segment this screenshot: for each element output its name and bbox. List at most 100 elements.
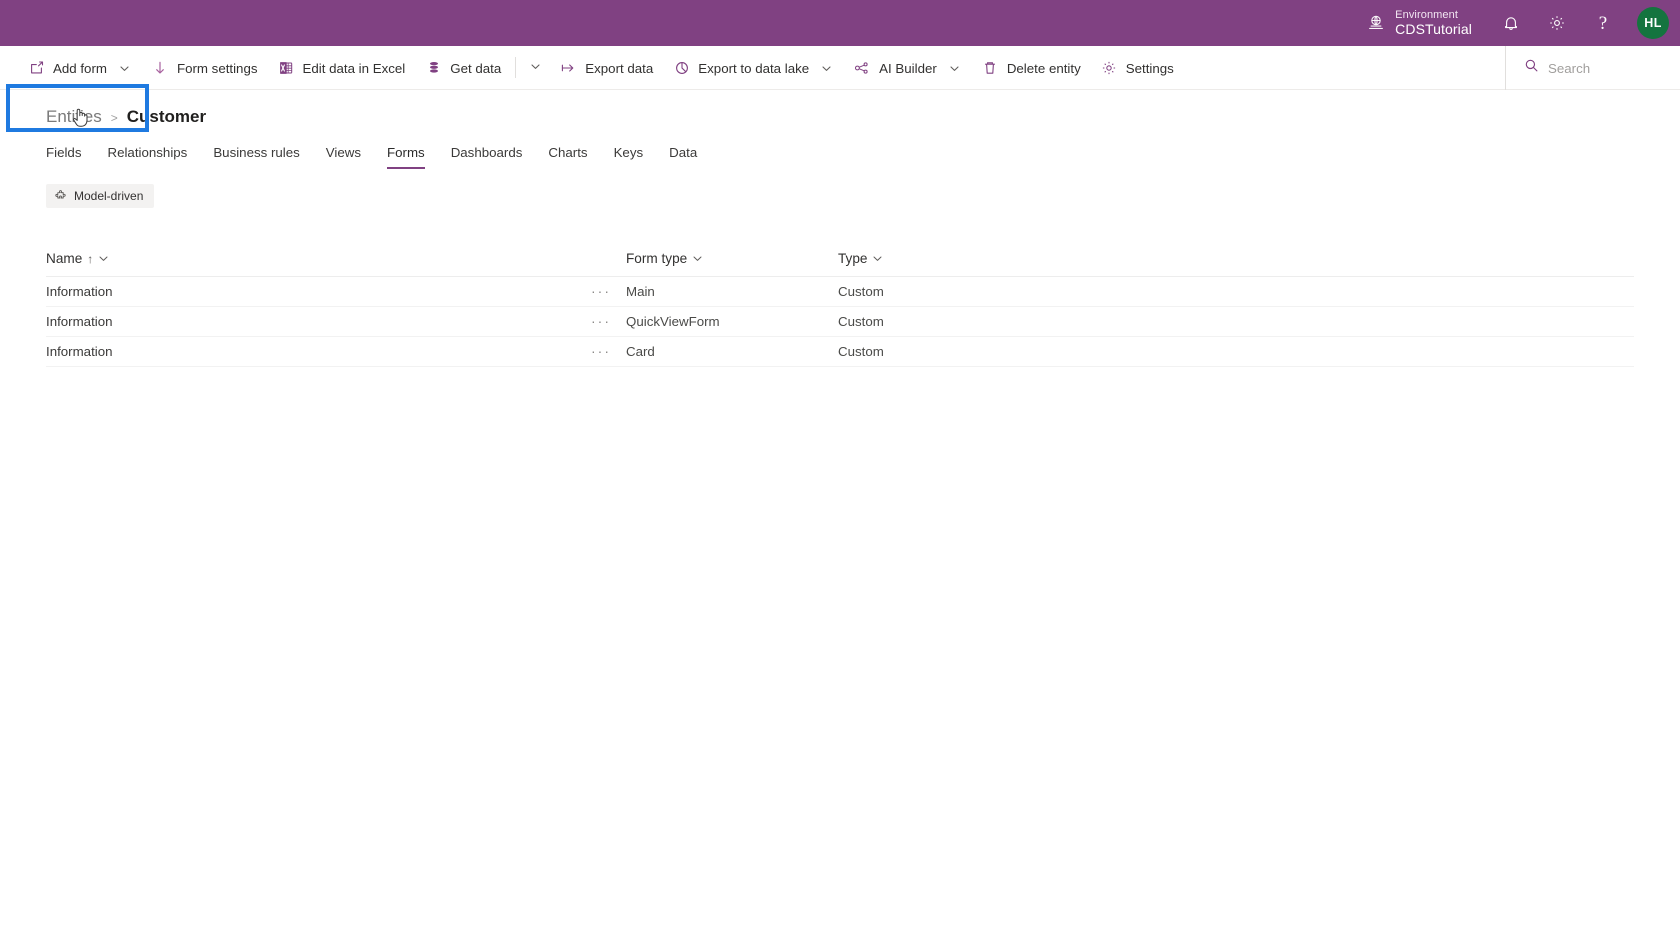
column-header-name-label: Name [46,251,83,266]
search-icon [1524,58,1539,78]
environment-name: CDSTutorial [1395,21,1472,38]
cell-type: Custom [838,284,884,299]
help-button[interactable]: ? [1580,0,1626,46]
chevron-down-icon[interactable] [117,61,132,76]
cell-type: Custom [838,344,884,359]
tab-keys[interactable]: Keys [601,136,657,169]
puzzle-piece-icon [55,190,67,202]
row-actions-button[interactable]: ··· [576,313,626,331]
tab-data[interactable]: Data [656,136,710,169]
filter-chip-label: Model-driven [74,189,144,203]
tab-views[interactable]: Views [313,136,374,169]
notifications-button[interactable] [1488,0,1534,46]
question-mark-icon: ? [1598,12,1608,34]
form-settings-button[interactable]: Form settings [142,46,268,90]
add-form-icon [28,60,45,77]
form-settings-label: Form settings [176,60,258,76]
table-row[interactable]: Information ··· Main Custom [46,277,1634,307]
ai-builder-button[interactable]: AI Builder [844,46,972,90]
breadcrumb-entities-link[interactable]: Entities [46,107,102,127]
tab-label: Data [669,145,698,160]
data-lake-icon [673,60,690,77]
cell-form-type: QuickViewForm [626,314,720,329]
delete-entity-button[interactable]: Delete entity [972,46,1091,90]
get-data-button[interactable]: Get data [415,46,511,90]
tab-label: Business rules [213,145,300,160]
table-row[interactable]: Information ··· QuickViewForm Custom [46,307,1634,337]
cell-name: Information [46,314,113,329]
tab-label: Charts [548,145,588,160]
export-to-data-lake-button[interactable]: Export to data lake [663,46,844,90]
entity-settings-label: Settings [1125,60,1174,76]
settings-button[interactable] [1534,0,1580,46]
avatar: HL [1637,7,1669,39]
cell-name: Information [46,284,113,299]
sort-ascending-icon: ↑ [87,251,94,266]
chevron-down-icon[interactable] [692,253,703,264]
tab-business-rules[interactable]: Business rules [200,136,312,169]
app-header: Environment CDSTutorial ? HL [0,0,1680,46]
ai-builder-label: AI Builder [879,60,937,76]
row-actions-button[interactable]: ··· [576,343,626,361]
database-icon [425,60,442,77]
command-bar-items: Add form Form settings Edit data in Exce… [0,46,1184,89]
breadcrumb: Entities > Customer [46,90,1680,128]
download-arrow-icon [152,60,169,77]
more-options-icon: ··· [591,312,611,329]
environment-label: Environment [1395,8,1459,21]
table-row[interactable]: Information ··· Card Custom [46,337,1634,367]
chevron-down-icon[interactable] [98,253,109,264]
more-options-icon: ··· [591,282,611,299]
export-data-label: Export data [585,60,654,76]
filter-chip-model-driven[interactable]: Model-driven [46,184,155,208]
more-options-icon: ··· [591,342,611,359]
tab-label: Relationships [107,145,188,160]
tab-label: Forms [387,145,425,160]
search-placeholder: Search [1548,60,1591,76]
chevron-down-icon[interactable] [872,253,883,264]
tab-fields[interactable]: Fields [46,136,94,169]
column-header-form-type-label: Form type [626,251,688,266]
tab-label: Dashboards [450,145,523,160]
get-data-label: Get data [450,60,502,76]
column-header-type[interactable]: Type [838,251,1038,266]
tab-forms[interactable]: Forms [374,136,438,169]
column-header-form-type[interactable]: Form type [626,251,838,266]
gear-icon [1548,14,1566,32]
chevron-down-icon[interactable] [947,61,962,76]
delete-entity-label: Delete entity [1006,60,1081,76]
tab-dashboards[interactable]: Dashboards [438,136,536,169]
environment-selector[interactable]: Environment CDSTutorial [1350,0,1488,46]
cell-name: Information [46,344,113,359]
command-bar: Add form Form settings Edit data in Exce… [0,46,1680,132]
add-form-label: Add form [53,60,107,76]
breadcrumb-separator-icon: > [110,111,118,125]
page-body: Entities > Customer Fields Relationships… [0,90,1680,367]
search-input[interactable]: Search [1505,46,1680,90]
chevron-down-icon[interactable] [819,61,834,76]
entity-tabs: Fields Relationships Business rules View… [46,136,1680,169]
edit-data-in-excel-label: Edit data in Excel [302,60,406,76]
tab-relationships[interactable]: Relationships [94,136,200,169]
gear-icon [1101,60,1118,77]
export-to-data-lake-label: Export to data lake [698,60,810,76]
forms-grid: Name ↑ Form type Type Information ··· Ma… [46,241,1680,367]
add-form-button[interactable]: Add form [18,46,142,90]
tab-label: Keys [613,145,644,160]
edit-data-in-excel-button[interactable]: Edit data in Excel [268,46,416,90]
column-header-name[interactable]: Name ↑ [46,251,576,266]
cell-form-type: Card [626,344,655,359]
get-data-overflow-caret[interactable] [520,46,550,90]
user-account-button[interactable]: HL [1626,0,1680,46]
command-separator [515,57,517,78]
entity-settings-button[interactable]: Settings [1091,46,1184,90]
grid-header-row: Name ↑ Form type Type [46,241,1634,277]
ai-builder-icon [854,60,871,77]
tab-label: Fields [46,145,82,160]
row-actions-button[interactable]: ··· [576,283,626,301]
export-data-button[interactable]: Export data [550,46,663,90]
bell-icon [1502,14,1520,32]
trash-icon [982,60,999,77]
tab-charts[interactable]: Charts [535,136,600,169]
column-header-type-label: Type [838,251,868,266]
